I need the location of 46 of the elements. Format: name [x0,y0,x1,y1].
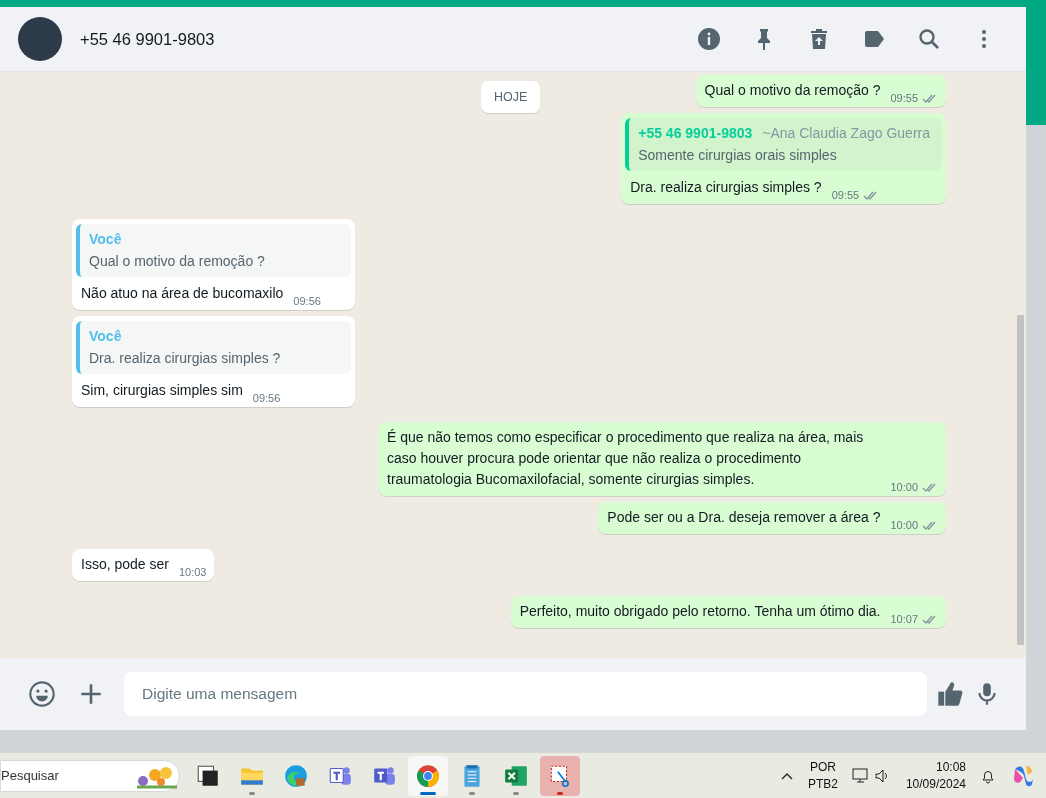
message-text: Não atuo na área de bucomaxilo [81,284,284,303]
message-text: Qual o motivo da remoção ? [704,81,881,100]
message-text: É que não temos como especificar o procedimento que realiza na área, mais caso houver procura pode orientar que não realiza o procedimento traumatologia Bucomaxilofacial, somente cirurgias simples. [387,428,865,489]
emoji-icon[interactable] [28,680,56,708]
contact-name[interactable]: +55 46 9901-9803 [80,29,215,49]
quote-text: Somente cirurgias orais simples [638,147,838,163]
message-time: 09:56 [252,392,281,404]
app-icon [283,762,309,789]
message-text: Perfeito, muito obrigado pelo retorno. Tenha um ótimo dia. [519,602,881,621]
message-input[interactable]: Digite uma mensagem [124,672,927,716]
search-icon[interactable] [917,27,941,51]
quote-author: Você [89,328,122,344]
quoted-message[interactable]: Você Qual o motivo da remoção ? [76,224,351,277]
info-icon[interactable] [697,27,721,51]
read-ticks-icon [922,481,938,493]
scrollbar[interactable] [1017,315,1024,645]
search-placeholder: Pesquisar [1,768,60,783]
message-time: 09:55 [831,189,860,201]
read-ticks-icon [922,519,938,531]
thumbs-up-icon[interactable] [936,680,964,708]
message-time: 10:07 [890,613,918,625]
quote-author: Você [89,231,122,247]
message-time: 09:55 [890,92,918,104]
quote-author: +55 46 9901-9803 [638,125,753,141]
message-time: 09:56 [293,295,321,307]
message-time: 10:00 [890,481,918,493]
quote-author-name: ~Ana Claudia Zago Guerra [762,125,930,141]
message-text: Isso, pode ser [81,555,169,574]
quoted-message[interactable]: Você Dra. realiza cirurgias simples ? [76,321,351,374]
message-time: 10:03 [178,566,207,578]
date-chip: HOJE [481,81,541,113]
quoted-message[interactable]: +55 46 9901-9803 ~Ana Claudia Zago Guerra Somente cirurgias orais simples [625,118,942,171]
message-text: Pode ser ou a Dra. deseja remover a área ? [607,508,881,527]
search-field[interactable]: Pesquisar [0,759,180,792]
message-text: Sim, cirurgias simples sim [81,381,243,400]
message-text: Dra. realiza cirurgias simples ? [630,178,822,197]
quote-text: Qual o motivo da remoção ? [89,253,266,269]
app-icon [415,762,441,789]
plus-icon[interactable] [78,681,104,707]
read-ticks-icon [922,92,938,104]
contact-avatar[interactable] [18,17,62,61]
quote-text: Dra. realiza cirurgias simples ? [89,350,282,366]
clock[interactable]: 10:08 10/09/2024 [905,758,966,793]
read-ticks-icon [922,613,938,625]
message-time: 10:00 [890,519,918,531]
language-indicator[interactable]: POR PTB2 [807,758,838,793]
